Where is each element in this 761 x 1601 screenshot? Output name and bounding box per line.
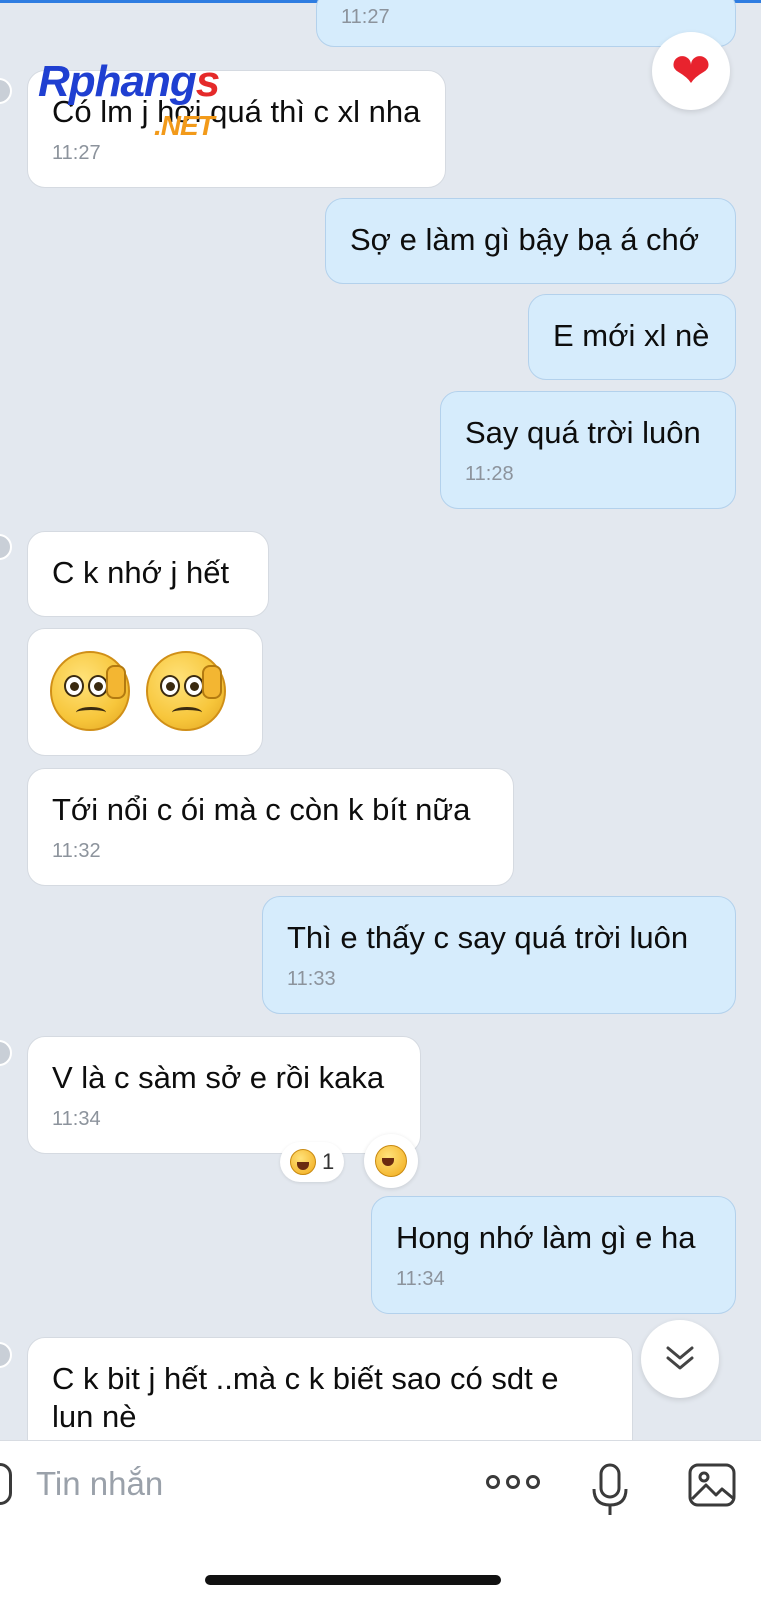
message-bubble-out[interactable]: Sợ e làm gì bậy bạ á chớ (325, 198, 736, 284)
message-bubble-out[interactable]: Thì e thấy c say quá trời luôn 11:33 (262, 896, 736, 1014)
message-time: 11:34 (52, 1108, 101, 1130)
scroll-to-bottom-button[interactable] (641, 1320, 719, 1398)
message-text: V là c sàm sở e rồi kaka (52, 1060, 385, 1095)
message-bubble-in[interactable]: Tới nổi c ói mà c còn k bít nữa 11:32 (27, 768, 514, 886)
message-bubble-in[interactable]: C k bit j hết ..mà c k biết sao có sdt e… (27, 1337, 633, 1440)
chat-thread[interactable]: 11:27 Có lm j hơi quá thì c xl nha 11:27… (0, 0, 761, 1440)
heart-icon[interactable]: ❤ (652, 32, 730, 110)
message-bubble-out[interactable]: Hong nhớ làm gì e ha 11:34 (371, 1196, 736, 1314)
message-text: C k bit j hết ..mà c k biết sao có sdt e… (52, 1361, 559, 1434)
message-bubble-in[interactable]: V là c sàm sở e rồi kaka 11:34 (27, 1036, 421, 1154)
avatar[interactable] (0, 1040, 12, 1066)
message-text: Sợ e làm gì bậy bạ á chớ (350, 222, 700, 257)
emoji-button-icon[interactable] (0, 1463, 12, 1505)
message-time: 11:32 (52, 840, 101, 862)
laughing-emoji-icon (375, 1145, 407, 1177)
message-bubble-out[interactable]: E mới xl nè (528, 294, 736, 380)
home-indicator (205, 1575, 501, 1585)
message-input[interactable]: Tin nhắn (36, 1461, 436, 1507)
message-text: Hong nhớ làm gì e ha (396, 1220, 696, 1255)
image-icon[interactable] (688, 1463, 736, 1507)
microphone-icon[interactable] (590, 1463, 630, 1517)
laughing-emoji-icon (290, 1149, 316, 1175)
avatar[interactable] (0, 1342, 12, 1368)
emoji-message-bubble[interactable] (27, 628, 263, 756)
message-text: Say quá trời luôn (465, 415, 701, 450)
message-time: 11:33 (287, 968, 336, 990)
message-input-bar: Tin nhắn (0, 1440, 761, 1601)
pleading-face-emoji-icon (146, 651, 226, 731)
message-bubble-out[interactable]: Say quá trời luôn 11:28 (440, 391, 736, 509)
avatar[interactable] (0, 78, 12, 104)
add-reaction-button[interactable] (364, 1134, 418, 1188)
avatar[interactable] (0, 534, 12, 560)
watermark-logo: Rphangs .NET (38, 57, 220, 142)
reaction-count: 1 (322, 1149, 335, 1174)
more-options-icon[interactable] (486, 1475, 540, 1495)
message-bubble-in[interactable]: C k nhớ j hết (27, 531, 269, 617)
message-text: Thì e thấy c say quá trời luôn (287, 920, 689, 955)
message-text: C k nhớ j hết (52, 555, 230, 590)
reaction-summary[interactable]: 1 (280, 1142, 345, 1182)
message-time: 11:34 (396, 1268, 445, 1290)
chevron-double-down-icon (666, 1346, 694, 1370)
message-text: E mới xl nè (553, 318, 710, 353)
message-time: 11:28 (465, 463, 514, 485)
pleading-face-emoji-icon (50, 651, 130, 731)
message-time: 11:27 (341, 6, 390, 28)
message-text: Tới nổi c ói mà c còn k bít nữa (52, 792, 471, 827)
message-time: 11:27 (52, 142, 101, 164)
